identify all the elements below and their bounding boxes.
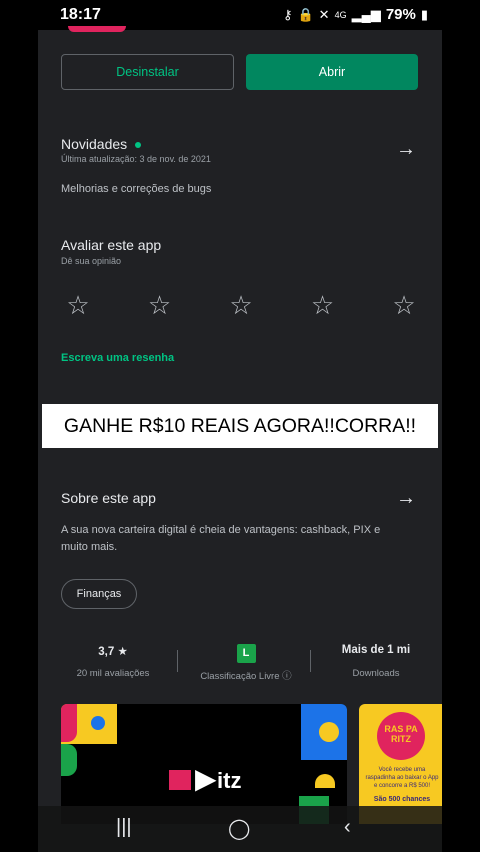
last-updated: Última atualização: 3 de nov. de 2021 (61, 154, 211, 164)
downloads-label: Downloads (352, 668, 400, 679)
shape-pink (61, 704, 77, 742)
whats-new-body: Melhorias e correções de bugs (61, 183, 212, 195)
downloads-stat: Mais de 1 mi Downloads (321, 644, 431, 679)
brand-text: itz (217, 768, 242, 793)
open-button[interactable]: Abrir (246, 54, 418, 90)
lock-icon: 🔒 (297, 6, 314, 22)
content-rating-badge-wrap: L (186, 644, 306, 663)
key-icon: ⚷ (282, 6, 293, 22)
rating-stat: 3,7 ★ 20 mil avaliações (58, 644, 168, 679)
divider (310, 650, 311, 672)
info-icon[interactable]: ⓘ (282, 671, 292, 682)
new-indicator-dot (135, 142, 142, 149)
rate-subtitle: Dê sua opinião (61, 256, 122, 266)
promo-banner-overlay: GANHE R$10 REAIS AGORA!!CORRA!! (42, 404, 438, 448)
battery-icon: ▮ (420, 6, 428, 22)
content-rating-badge: L (236, 644, 256, 663)
whats-new-title[interactable]: Novidades (61, 136, 142, 152)
star-2-icon[interactable]: ☆ (143, 290, 177, 321)
star-icon: ★ (117, 646, 128, 658)
star-5-icon[interactable]: ☆ (387, 290, 421, 321)
status-icons: ⚷ 🔒 ✕ 4G ▂▄▆ 79% ▮ (283, 6, 428, 23)
network-type: 4G (334, 9, 347, 20)
shape-green (61, 744, 77, 776)
raspa-logo: RAS PA RITZ (377, 712, 425, 760)
signal-icon: ▂▄▆ (351, 6, 381, 22)
content-rating-label: Classificação Livre ⓘ (200, 671, 292, 682)
rate-title: Avaliar este app (61, 237, 162, 253)
promo-chances: São 500 chances (373, 796, 431, 803)
arrow-right-icon[interactable]: → (396, 487, 416, 510)
shape-yellow-half (315, 774, 335, 788)
about-description: A sua nova carteira digital é cheia de v… (61, 524, 381, 553)
back-icon[interactable]: ‹ (344, 816, 351, 839)
rating-count: 20 mil avaliações (76, 668, 150, 679)
app-details-screen: 18:17 ⚷ 🔒 ✕ 4G ▂▄▆ 79% ▮ Desinstalar Abr… (38, 0, 442, 852)
star-3-icon[interactable]: ☆ (224, 290, 258, 321)
home-icon[interactable]: ◯ (228, 816, 250, 841)
rating-stars: ☆ ☆ ☆ ☆ ☆ (61, 290, 421, 321)
content-rating-stat: L Classificação Livre ⓘ (186, 644, 306, 682)
shape-yellow-dot (319, 722, 339, 742)
recent-apps-icon[interactable]: ||| (116, 816, 132, 839)
uninstall-button[interactable]: Desinstalar (61, 54, 234, 90)
play-icon[interactable]: ▶ (195, 762, 217, 795)
brand-mark (169, 770, 191, 790)
shape-blue-dot (91, 716, 105, 730)
whats-new-title-text: Novidades (61, 136, 128, 152)
divider (177, 650, 178, 672)
app-icon-edge (68, 26, 126, 32)
category-chip[interactable]: Finanças (61, 579, 137, 609)
star-4-icon[interactable]: ☆ (306, 290, 340, 321)
about-title[interactable]: Sobre este app (61, 490, 156, 506)
promo-caption: Você recebe uma raspadinha ao baixar o A… (365, 767, 439, 789)
system-nav-bar: ||| ◯ ‹ (38, 806, 442, 852)
rating-value: 3,7 ★ (98, 646, 128, 658)
status-time: 18:17 (60, 6, 101, 23)
downloads-value: Mais de 1 mi (341, 644, 411, 656)
star-1-icon[interactable]: ☆ (61, 290, 95, 321)
write-review-link[interactable]: Escreva uma resenha (61, 352, 174, 364)
mute-icon: ✕ (318, 6, 330, 22)
battery-percent: 79% (385, 6, 416, 23)
arrow-right-icon[interactable]: → (396, 138, 416, 161)
